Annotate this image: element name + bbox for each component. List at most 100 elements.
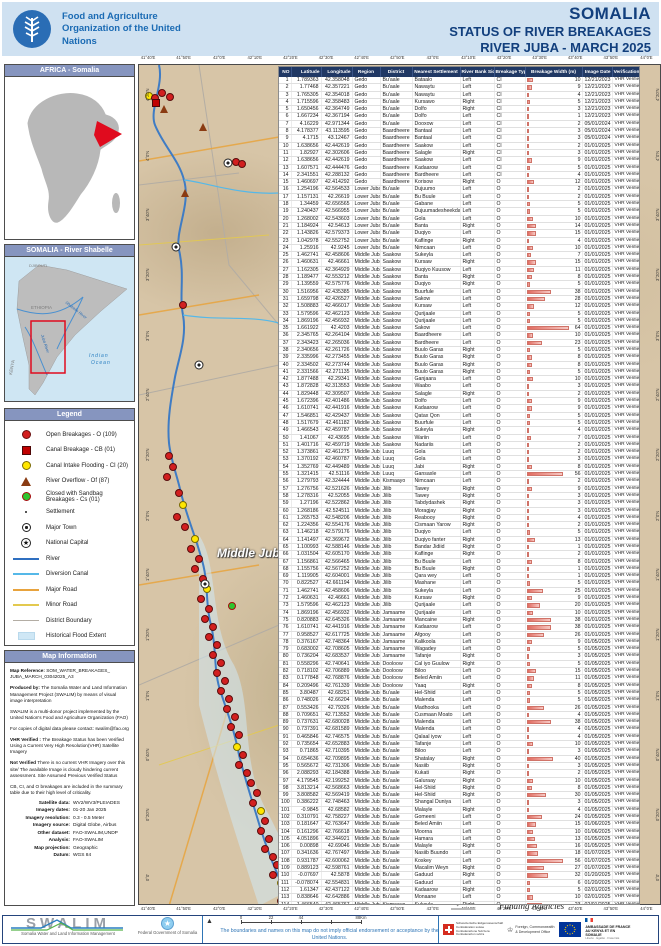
open-breakage-marker[interactable] xyxy=(213,641,221,649)
open-breakage-marker[interactable] xyxy=(181,523,189,531)
open-breakage-marker[interactable] xyxy=(269,871,277,879)
breakage-width-bar xyxy=(526,143,529,148)
verification-cell: VHR Verified xyxy=(612,652,639,661)
canal-intake-marker[interactable] xyxy=(179,501,187,509)
swiss-confederation-logo: Schweizerische Eidgenossenschaft Confédér… xyxy=(443,920,504,938)
verification-cell: VHR Verified xyxy=(612,404,639,413)
open-breakage-marker[interactable] xyxy=(201,615,209,623)
open-breakage-marker[interactable] xyxy=(209,651,217,659)
lon-tick-label: 41°50'E xyxy=(176,55,191,60)
table-row: 24 1.25916 42.9245 Lower Juba Bu'aale Nimcaan… xyxy=(279,244,639,253)
major-town-marker[interactable] xyxy=(200,579,210,589)
legend-item-canal: Diversion Canal xyxy=(13,567,130,583)
open-breakage-marker[interactable] xyxy=(243,769,251,777)
open-breakage-marker[interactable] xyxy=(231,713,239,721)
major-town-marker[interactable] xyxy=(223,158,233,168)
open-breakage-marker[interactable] xyxy=(175,489,183,497)
breakage-width-bar xyxy=(526,78,534,83)
open-breakage-marker[interactable] xyxy=(191,565,199,573)
legend-title: Legend xyxy=(5,409,134,421)
breakage-width-bar xyxy=(526,435,532,440)
breakage-width-bar xyxy=(526,625,552,630)
open-breakage-marker[interactable] xyxy=(261,817,269,825)
open-breakage-marker[interactable] xyxy=(179,301,187,309)
open-breakage-marker[interactable] xyxy=(187,545,195,553)
table-row: 111 -0.078074 42.554831 Middle Juba Bu'aale G… xyxy=(279,879,640,887)
table-row: 74 1.869196 42.456932 Middle Juba Jamaame Qur… xyxy=(279,609,639,617)
funding-agencies: Funding Agencies Schweizerische Eidgenos… xyxy=(438,883,658,943)
table-row: 30 1.516956 42.435385 Middle Juba Saakow Buur… xyxy=(279,288,639,296)
river-overflow-marker[interactable] xyxy=(160,105,168,113)
open-breakage-marker[interactable] xyxy=(235,761,243,769)
canal-intake-marker[interactable] xyxy=(257,807,265,815)
fcdo-logo: ♔ Foreign, Commonwealth & Development Of… xyxy=(507,925,555,934)
lat-tick-label: 1°40'N xyxy=(655,568,660,582)
open-breakage-marker[interactable] xyxy=(205,633,213,641)
verification-cell: VHR Verified xyxy=(612,769,639,778)
open-breakage-marker[interactable] xyxy=(209,623,217,631)
table-row: 69 1.119905 42.604001 Middle Juba Jilib Qara … xyxy=(279,572,639,581)
open-breakage-marker[interactable] xyxy=(257,827,265,835)
open-breakage-marker[interactable] xyxy=(217,659,225,667)
open-breakage-marker[interactable] xyxy=(221,677,229,685)
open-breakage-marker[interactable] xyxy=(223,705,231,713)
map-info-panel: Map Information Map Reference: SOM_WATER… xyxy=(4,650,135,906)
lon-tick-label: 44°0'E xyxy=(640,906,653,911)
canal-intake-marker[interactable] xyxy=(191,535,199,543)
open-breakage-marker[interactable] xyxy=(239,751,247,759)
lat-tick-label: 1°20'N xyxy=(655,628,660,642)
open-breakage-marker[interactable] xyxy=(265,835,273,843)
table-row: 56 1.279793 42.324444 Middle Juba Kismaayo Ni… xyxy=(279,477,639,486)
open-breakage-marker[interactable] xyxy=(269,853,277,861)
canal-breakage-marker[interactable] xyxy=(152,99,160,107)
open-breakage-marker[interactable] xyxy=(253,789,261,797)
open-breakage-marker[interactable] xyxy=(205,605,213,613)
table-row: 61 1.265753 42.548206 Middle Juba Jilib Reabo… xyxy=(279,514,639,523)
open-breakage-marker[interactable] xyxy=(249,799,257,807)
breakage-width-bar xyxy=(526,391,529,397)
africa-silhouette xyxy=(5,77,134,239)
swiss-text: Schweizerische Eidgenossenschaft Confédér… xyxy=(456,920,504,937)
open-breakage-marker[interactable] xyxy=(197,595,205,603)
open-breakage-marker[interactable] xyxy=(217,687,225,695)
major-town-marker[interactable] xyxy=(171,242,181,252)
breakage-table[interactable]: NO Latitude Longitude Region District Nearest… xyxy=(278,66,640,905)
table-row: 58 1.278316 42.52055 Middle Juba Jilib Tawey R… xyxy=(279,492,639,501)
open-breakage-marker[interactable] xyxy=(261,845,269,853)
breakage-width-bar xyxy=(526,749,529,754)
table-row: 37 2.343423 42.265036 Middle Juba Saakow Bard… xyxy=(279,339,639,348)
river-overflow-marker[interactable] xyxy=(199,123,207,131)
lat-tick-label: 2°20'N xyxy=(145,448,150,462)
legend-item-flood: Historical Flood Extent xyxy=(13,629,130,645)
open-breakage-marker[interactable] xyxy=(238,160,246,168)
open-breakage-marker[interactable] xyxy=(195,555,203,563)
river-overflow-marker[interactable] xyxy=(181,189,189,197)
open-breakage-marker[interactable] xyxy=(165,452,173,460)
canal-intake-marker[interactable] xyxy=(233,743,241,751)
map-info-paragraph: Produced by: The Somalia Water and Land … xyxy=(10,685,127,703)
open-breakage-marker[interactable] xyxy=(235,731,243,739)
sandbag-closed-marker[interactable] xyxy=(228,602,236,610)
legend-item-label: River Overflow - Of (87) xyxy=(46,478,110,485)
fedgov-logo: ★ Federal Government of Somalia xyxy=(133,916,203,943)
table-row: 52 1.373861 42.461275 Middle Juba Luuq Gola Le… xyxy=(279,448,639,457)
table-row: 33 1.579596 42.462123 Middle Juba Saakow Quri… xyxy=(279,310,639,318)
open-breakage-marker[interactable] xyxy=(213,669,221,677)
lon-tick-label: 42°50'E xyxy=(389,55,405,60)
open-breakage-marker[interactable] xyxy=(166,93,174,101)
breakage-width-bar xyxy=(526,231,537,236)
fao-logo-icon xyxy=(13,10,51,48)
open-breakage-marker[interactable] xyxy=(247,779,255,787)
open-breakage-marker[interactable] xyxy=(158,89,166,97)
table-row: 11 1.82927 42.302606 Gedo Baardheere Salagle R… xyxy=(279,149,639,158)
table-row: 98 3.813214 42.568663 Middle Juba Bu'aale Hel… xyxy=(279,784,639,793)
lon-tick-label: 42°20'E xyxy=(283,55,298,60)
open-breakage-marker[interactable] xyxy=(227,723,235,731)
major-town-marker[interactable] xyxy=(194,360,204,370)
breakage-width-bar xyxy=(526,501,529,506)
open-breakage-marker[interactable] xyxy=(163,473,171,481)
open-breakage-marker[interactable] xyxy=(169,463,177,471)
open-breakage-marker[interactable] xyxy=(225,695,233,703)
open-breakage-marker[interactable] xyxy=(173,513,181,521)
table-row: 42 1.877488 42.29341 Middle Juba Saakow Ganja… xyxy=(279,375,639,384)
